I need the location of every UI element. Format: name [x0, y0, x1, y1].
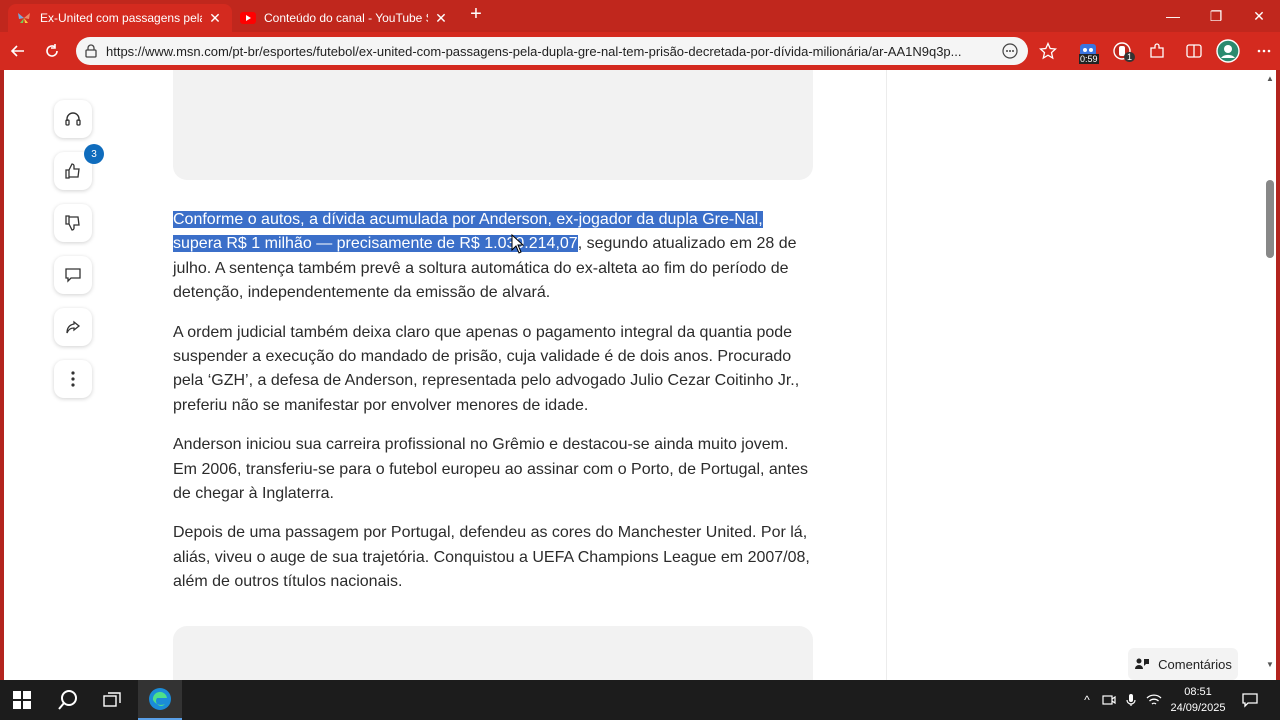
meet-now-icon[interactable] [1101, 692, 1117, 708]
comments-button[interactable]: Comentários [1128, 648, 1238, 680]
back-arrow-icon [10, 45, 24, 57]
more-options-icon[interactable] [1000, 41, 1020, 61]
task-view-button[interactable] [90, 680, 134, 720]
new-tab-button[interactable]: + [466, 4, 486, 25]
tab-title: Ex-United com passagens pela du [40, 11, 202, 25]
edge-icon [149, 688, 171, 710]
share-button[interactable] [54, 308, 92, 346]
clock-time: 08:51 [1184, 686, 1212, 698]
taskbar: ^ 08:51 24/09/2025 [0, 680, 1280, 720]
share-icon [66, 320, 81, 334]
page-scrollbar[interactable]: ▲ ▼ [1264, 70, 1276, 680]
more-actions-button[interactable] [54, 360, 92, 398]
close-tab-icon[interactable]: ✕ [206, 10, 224, 27]
article-body: Conforme o autos, a dívida acumulada por… [173, 208, 815, 610]
listen-button[interactable] [54, 100, 92, 138]
notifications-icon[interactable] [1242, 692, 1258, 708]
web-page: 3 Conforme o autos, a dívida acumulada p… [4, 70, 1276, 680]
favorite-star-button[interactable] [1036, 39, 1060, 63]
timer-badge: 0:59 [1079, 54, 1099, 64]
tab-msn-article[interactable]: Ex-United com passagens pela du ✕ [8, 4, 232, 32]
thumbs-up-icon [65, 163, 80, 179]
windows-logo-icon [13, 691, 31, 709]
minimize-button[interactable]: — [1151, 0, 1195, 32]
edge-taskbar-button[interactable] [138, 680, 182, 720]
browser-menu-icon[interactable] [1252, 39, 1276, 63]
more-vertical-icon [71, 371, 75, 387]
close-window-button[interactable]: ✕ [1237, 0, 1280, 32]
start-button[interactable] [0, 680, 44, 720]
ad-placeholder [173, 626, 813, 680]
msn-butterfly-icon [16, 10, 32, 26]
thumbs-down-icon [65, 215, 80, 231]
refresh-icon [46, 44, 58, 57]
scroll-down-icon[interactable]: ▼ [1265, 660, 1275, 670]
search-button[interactable] [46, 680, 90, 720]
show-hidden-icons[interactable]: ^ [1079, 692, 1095, 708]
address-bar[interactable]: https://www.msn.com/pt-br/esportes/futeb… [76, 37, 1028, 65]
headphones-icon [65, 112, 81, 126]
likes-count-badge: 3 [84, 144, 104, 164]
comments-label: Comentários [1158, 656, 1232, 672]
restore-button[interactable]: ❐ [1194, 0, 1238, 32]
search-icon [58, 690, 77, 710]
extension-timer-icon[interactable]: 0:59 [1076, 39, 1100, 64]
tab-youtube-studio[interactable]: Conteúdo do canal - YouTube Stu ✕ [232, 4, 458, 32]
article-paragraph: Anderson iniciou sua carreira profission… [173, 436, 809, 503]
extensions-puzzle-icon[interactable] [1145, 39, 1169, 63]
comment-icon [65, 268, 81, 283]
microphone-icon[interactable] [1123, 692, 1139, 708]
clock-date: 24/09/2025 [1170, 702, 1226, 714]
scrollbar-thumb[interactable] [1266, 180, 1274, 258]
refresh-button[interactable] [40, 39, 64, 63]
article-paragraph: Depois de uma passagem por Portugal, def… [173, 524, 810, 591]
notif-badge: 1 [1124, 52, 1136, 62]
comments-people-icon [1135, 658, 1150, 669]
profile-avatar-icon[interactable] [1216, 39, 1240, 63]
split-screen-icon[interactable] [1182, 39, 1206, 63]
browser-toolbar: https://www.msn.com/pt-br/esportes/futeb… [0, 32, 1280, 70]
site-info-icon[interactable] [76, 44, 106, 58]
system-clock[interactable]: 08:51 24/09/2025 [1166, 684, 1230, 716]
article-paragraph: A ordem judicial também deixa claro que … [173, 323, 800, 414]
article-paragraph: Conforme o autos, a dívida acumulada por… [173, 208, 815, 306]
star-icon [1039, 42, 1057, 60]
comment-button[interactable] [54, 256, 92, 294]
wifi-icon[interactable] [1146, 692, 1162, 708]
tab-title: Conteúdo do canal - YouTube Stu [264, 11, 428, 25]
mouse-cursor-icon [511, 234, 525, 254]
back-button[interactable] [6, 39, 30, 63]
column-divider [886, 70, 887, 680]
youtube-icon [240, 10, 256, 26]
dislike-button[interactable] [54, 204, 92, 242]
url-text: https://www.msn.com/pt-br/esportes/futeb… [106, 43, 962, 59]
tab-strip: Ex-United com passagens pela du ✕ Conteú… [0, 0, 1280, 32]
scroll-up-icon[interactable]: ▲ [1265, 74, 1275, 84]
ad-placeholder [173, 70, 813, 180]
task-view-icon [103, 692, 121, 707]
extension-block-icon[interactable]: 1 [1110, 39, 1136, 63]
close-tab-icon[interactable]: ✕ [432, 10, 450, 27]
